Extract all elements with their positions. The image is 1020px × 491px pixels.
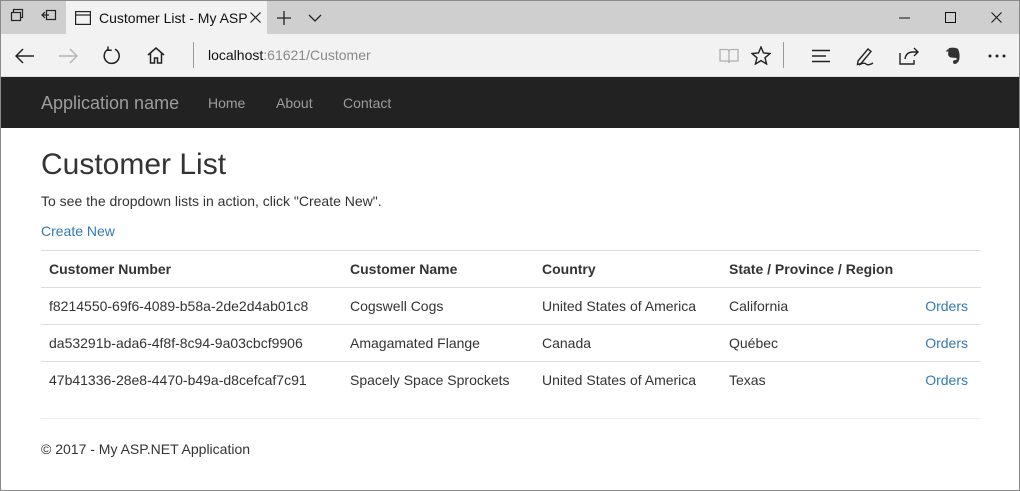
cell-country: Canada [534, 324, 721, 362]
set-aside-tabs-icon [41, 8, 57, 27]
share-button[interactable] [887, 34, 931, 77]
cell-region: Québec [721, 324, 902, 362]
table-row: 47b41336-28e8-4470-b49a-d8cefcaf7c91 Spa… [41, 361, 981, 399]
cell-region: Texas [721, 361, 902, 399]
cell-customer-number: da53291b-ada6-4f8f-8c94-9a03cbcf9906 [41, 324, 342, 362]
hub-button[interactable] [799, 34, 843, 77]
favorite-star-icon [751, 46, 771, 65]
share-icon [899, 47, 919, 65]
more-icon [988, 54, 1006, 57]
tab-list-button[interactable] [301, 1, 329, 34]
tab-preview-button[interactable] [1, 1, 33, 34]
table-row: da53291b-ada6-4f8f-8c94-9a03cbcf9906 Ama… [41, 324, 981, 362]
refresh-button[interactable] [90, 34, 134, 77]
close-icon [249, 12, 261, 23]
table-header-row: Customer Number Customer Name Country St… [41, 250, 981, 288]
minimize-button[interactable] [881, 1, 927, 34]
favorite-button[interactable] [739, 34, 783, 77]
forward-button[interactable] [46, 34, 90, 77]
header-customer-name: Customer Name [342, 250, 534, 288]
nav-link-home[interactable]: Home [208, 95, 245, 111]
maximize-button[interactable] [927, 1, 973, 34]
address-separator [193, 42, 194, 68]
cell-customer-name: Amagamated Flange [342, 324, 534, 362]
new-tab-button[interactable] [269, 1, 299, 34]
window-controls [881, 1, 1019, 34]
more-button[interactable] [975, 34, 1019, 77]
notes-button[interactable] [843, 34, 887, 77]
cell-customer-name: Cogswell Cogs [342, 287, 534, 325]
home-icon [147, 47, 165, 64]
new-tab-icon [277, 10, 291, 25]
nav-link-contact[interactable]: Contact [343, 95, 391, 111]
header-country: Country [534, 250, 721, 288]
orders-link[interactable]: Orders [901, 361, 981, 399]
address-input[interactable]: localhost:61621/Customer [208, 47, 371, 63]
table-row: f8214550-69f6-4089-b58a-2de2d4ab01c8 Cog… [41, 287, 981, 325]
address-toolbar: localhost:61621/Customer [1, 34, 1019, 77]
address-path: :61621/Customer [263, 47, 371, 63]
set-aside-tabs-button[interactable] [33, 1, 65, 34]
cell-region: California [721, 287, 902, 325]
notes-pen-icon [856, 47, 874, 66]
page-icon [75, 10, 91, 25]
footer-divider [41, 418, 981, 419]
maximize-icon [944, 12, 956, 23]
header-actions [901, 250, 981, 288]
window-close-icon [990, 12, 1002, 23]
toolbar-separator [783, 42, 784, 68]
page-title: Customer List [41, 148, 227, 181]
customer-table: Customer Number Customer Name Country St… [41, 250, 981, 399]
minimize-icon [898, 17, 910, 18]
site-navbar: Application name Home About Contact [1, 77, 1019, 128]
back-icon [15, 47, 34, 64]
cell-customer-number: 47b41336-28e8-4470-b49a-d8cefcaf7c91 [41, 361, 342, 399]
nav-link-about[interactable]: About [276, 95, 313, 111]
cell-country: United States of America [534, 287, 721, 325]
tab-preview-icon [10, 8, 24, 27]
intro-text: To see the dropdown lists in action, cli… [41, 193, 382, 209]
forward-icon [59, 47, 78, 64]
refresh-icon [103, 46, 120, 64]
cell-country: United States of America [534, 361, 721, 399]
header-region: State / Province / Region [721, 250, 902, 288]
cell-customer-number: f8214550-69f6-4089-b58a-2de2d4ab01c8 [41, 287, 342, 325]
orders-link[interactable]: Orders [901, 324, 981, 362]
header-customer-number: Customer Number [41, 250, 342, 288]
tab-close-button[interactable] [248, 12, 263, 23]
evernote-icon [945, 47, 960, 64]
footer-copyright: © 2017 - My ASP.NET Application [41, 441, 251, 457]
hub-icon [812, 49, 830, 62]
back-button[interactable] [3, 34, 47, 77]
tab-title: Customer List - My ASP [99, 9, 248, 26]
orders-link[interactable]: Orders [901, 287, 981, 325]
active-tab[interactable]: Customer List - My ASP [66, 1, 267, 34]
chevron-down-icon [308, 14, 322, 22]
browser-window: Customer List - My ASP localhost:61621/C… [0, 0, 1020, 491]
home-button[interactable] [134, 34, 178, 77]
reading-view-icon [719, 48, 739, 63]
brand-link[interactable]: Application name [41, 93, 179, 114]
create-new-link[interactable]: Create New [41, 223, 115, 239]
evernote-button[interactable] [931, 34, 975, 77]
address-host: localhost [208, 47, 264, 63]
window-close-button[interactable] [973, 1, 1019, 34]
cell-customer-name: Spacely Space Sprockets [342, 361, 534, 399]
